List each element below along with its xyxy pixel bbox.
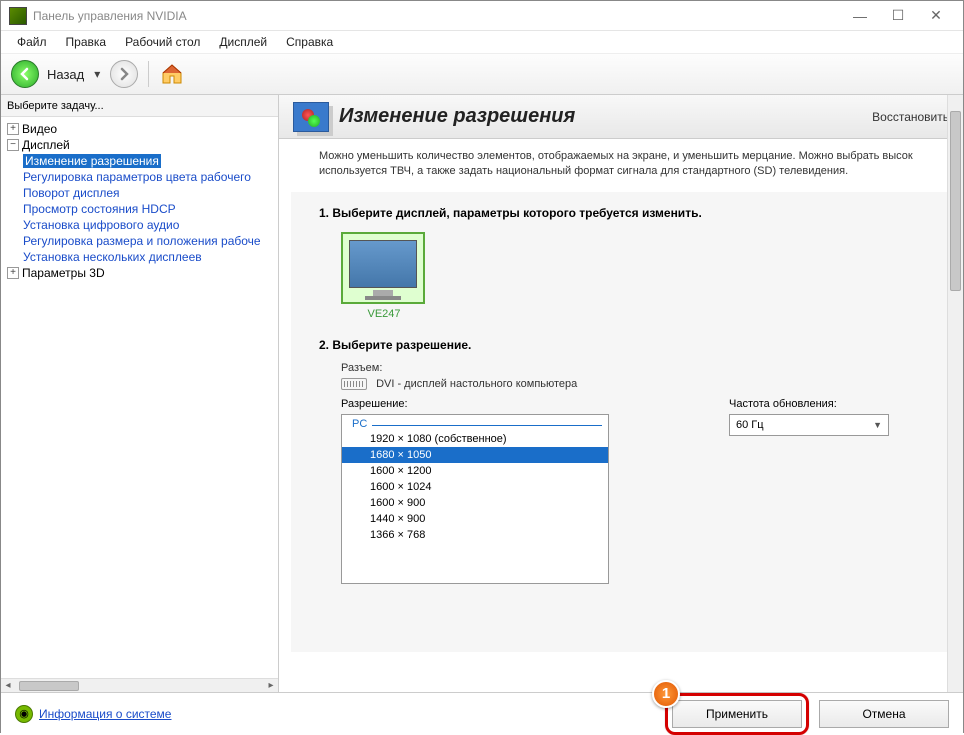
back-button[interactable] xyxy=(11,60,39,88)
footer: ◉ Информация о системе 1 Применить Отмен… xyxy=(1,692,963,734)
resolution-option[interactable]: 1366 × 768 xyxy=(342,527,608,543)
window-title: Панель управления NVIDIA xyxy=(33,9,841,23)
tree-item-label: Видео xyxy=(22,122,57,136)
content-area: Изменение разрешения Восстановить Можно … xyxy=(279,95,963,692)
maximize-button[interactable]: ☐ xyxy=(879,2,917,30)
dvi-connector-icon xyxy=(341,378,367,390)
task-tree[interactable]: +Видео−ДисплейИзменение разрешенияРегули… xyxy=(1,117,278,678)
apply-highlight: 1 Применить xyxy=(665,693,809,735)
system-info-link[interactable]: Информация о системе xyxy=(39,707,171,721)
tree-item-label: Поворот дисплея xyxy=(23,186,120,200)
scroll-right-icon[interactable]: ▸ xyxy=(264,680,278,691)
chevron-down-icon: ▼ xyxy=(873,420,882,430)
refresh-combobox[interactable]: 60 Гц ▼ xyxy=(729,414,889,436)
tree-item[interactable]: Установка нескольких дисплеев xyxy=(3,249,276,265)
sysinfo-icon: ◉ xyxy=(15,705,33,723)
titlebar: Панель управления NVIDIA — ☐ ✕ xyxy=(1,1,963,31)
sidebar: Выберите задачу... +Видео−ДисплейИзменен… xyxy=(1,95,279,692)
resolution-listbox[interactable]: PC1920 × 1080 (собственное)1680 × 105016… xyxy=(341,414,609,584)
monitor-icon[interactable] xyxy=(341,232,425,304)
resolution-option[interactable]: 1600 × 900 xyxy=(342,495,608,511)
toolbar: Назад ▾ xyxy=(1,53,963,95)
menu-display[interactable]: Дисплей xyxy=(211,33,275,51)
tree-item[interactable]: +Видео xyxy=(3,121,276,137)
connector-label: Разъем: xyxy=(341,362,923,374)
tree-expand-icon[interactable]: − xyxy=(7,139,19,151)
tree-item-label: Параметры 3D xyxy=(22,266,105,280)
resolution-option[interactable]: 1600 × 1024 xyxy=(342,479,608,495)
nvidia-icon xyxy=(9,7,27,25)
tree-item-label: Регулировка параметров цвета рабочего xyxy=(23,170,251,184)
back-label: Назад xyxy=(47,67,84,82)
resolution-option[interactable]: 1600 × 1200 xyxy=(342,463,608,479)
content-title: Изменение разрешения xyxy=(339,105,872,128)
tree-item[interactable]: Регулировка размера и положения рабоче xyxy=(3,233,276,249)
tree-expand-icon[interactable]: + xyxy=(7,123,19,135)
resolution-option[interactable]: 1920 × 1080 (собственное) xyxy=(342,431,608,447)
tree-item-label: Регулировка размера и положения рабоче xyxy=(23,234,261,248)
refresh-label: Частота обновления: xyxy=(729,398,889,410)
menu-edit[interactable]: Правка xyxy=(58,33,115,51)
settings-panel: 1. Выберите дисплей, параметры которого … xyxy=(291,192,951,652)
menu-desktop[interactable]: Рабочий стол xyxy=(117,33,208,51)
close-button[interactable]: ✕ xyxy=(917,2,955,30)
display-selector[interactable]: VE247 xyxy=(341,232,427,320)
minimize-button[interactable]: — xyxy=(841,2,879,30)
tree-item-label: Просмотр состояния HDCP xyxy=(23,202,176,216)
resolution-option[interactable]: 1440 × 900 xyxy=(342,511,608,527)
tree-item[interactable]: Поворот дисплея xyxy=(3,185,276,201)
resolution-header-icon xyxy=(293,102,329,132)
tree-item[interactable]: +Параметры 3D xyxy=(3,265,276,281)
resolution-group-label: PC xyxy=(342,415,608,431)
resolution-option[interactable]: 1680 × 1050 xyxy=(342,447,608,463)
tree-item[interactable]: Регулировка параметров цвета рабочего xyxy=(3,169,276,185)
menubar: Файл Правка Рабочий стол Дисплей Справка xyxy=(1,31,963,53)
toolbar-separator xyxy=(148,61,149,87)
step-callout-1: 1 xyxy=(652,680,680,708)
content-vscroll[interactable] xyxy=(947,95,963,692)
tree-expand-icon[interactable]: + xyxy=(7,267,19,279)
tree-item[interactable]: −Дисплей xyxy=(3,137,276,153)
apply-button[interactable]: Применить xyxy=(672,700,802,728)
tree-item[interactable]: Установка цифрового аудио xyxy=(3,217,276,233)
cancel-button[interactable]: Отмена xyxy=(819,700,949,728)
monitor-label: VE247 xyxy=(341,308,427,320)
sidebar-header: Выберите задачу... xyxy=(1,95,278,117)
sidebar-hscroll[interactable]: ◂ ▸ xyxy=(1,678,278,692)
content-header: Изменение разрешения Восстановить xyxy=(279,95,963,139)
back-dropdown-icon[interactable]: ▾ xyxy=(94,67,104,81)
tree-item-label: Установка нескольких дисплеев xyxy=(23,250,202,264)
forward-button[interactable] xyxy=(110,60,138,88)
tree-item-label: Изменение разрешения xyxy=(23,154,161,168)
restore-link[interactable]: Восстановить xyxy=(872,110,949,124)
vscroll-thumb[interactable] xyxy=(950,111,961,291)
scroll-left-icon[interactable]: ◂ xyxy=(1,680,15,691)
home-button[interactable] xyxy=(159,61,185,87)
tree-item[interactable]: Просмотр состояния HDCP xyxy=(3,201,276,217)
tree-item-label: Дисплей xyxy=(22,138,70,152)
menu-file[interactable]: Файл xyxy=(9,33,55,51)
tree-item[interactable]: Изменение разрешения xyxy=(3,153,276,169)
section1-title: 1. Выберите дисплей, параметры которого … xyxy=(319,206,923,220)
scroll-thumb[interactable] xyxy=(19,681,79,691)
refresh-value: 60 Гц xyxy=(736,419,873,431)
tree-item-label: Установка цифрового аудио xyxy=(23,218,179,232)
connector-value: DVI - дисплей настольного компьютера xyxy=(376,378,577,390)
menu-help[interactable]: Справка xyxy=(278,33,341,51)
resolution-label: Разрешение: xyxy=(341,398,609,410)
section2-title: 2. Выберите разрешение. xyxy=(319,338,923,352)
description-text: Можно уменьшить количество элементов, от… xyxy=(279,139,963,188)
